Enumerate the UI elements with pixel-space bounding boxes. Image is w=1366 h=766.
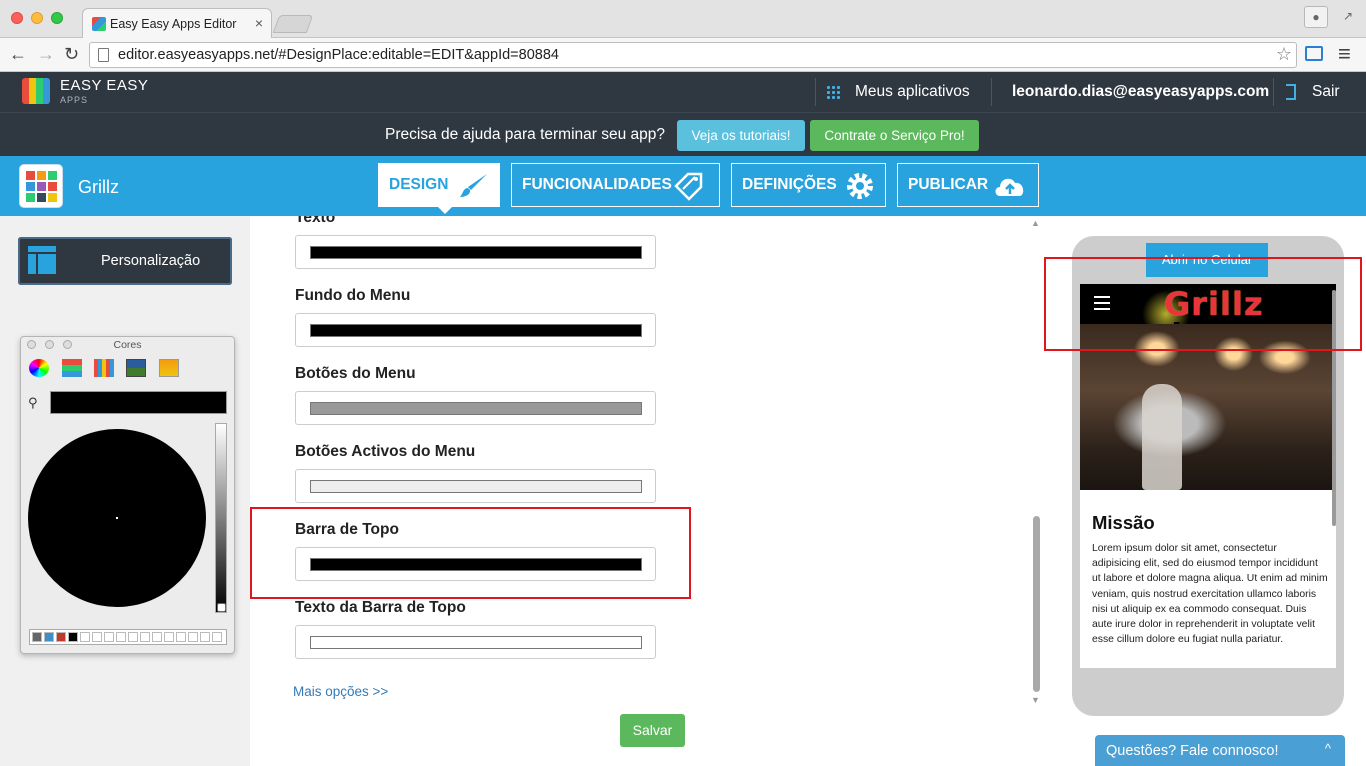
tags-icon — [674, 172, 703, 201]
mobile-section-heading: Missão — [1092, 512, 1155, 533]
minimize-window-button[interactable] — [31, 12, 43, 24]
saved-swatches[interactable] — [29, 629, 227, 645]
field-label-text: Texto — [295, 216, 336, 226]
layout-icon — [28, 246, 56, 274]
favicon-icon — [92, 17, 106, 31]
reload-icon[interactable]: ↻ — [64, 44, 79, 65]
menu-background-color-input[interactable] — [295, 313, 656, 347]
profile-icon[interactable]: ● — [1304, 6, 1328, 28]
tab-label: DESIGN — [389, 176, 449, 193]
app-name: Grillz — [78, 177, 119, 197]
scroll-up-arrow-icon[interactable]: ▲ — [1031, 218, 1040, 228]
new-tab-button[interactable] — [272, 15, 314, 33]
gear-icon — [847, 173, 873, 199]
logout-link[interactable]: Sair — [1312, 83, 1340, 101]
field-label-menu-background: Fundo do Menu — [295, 287, 411, 304]
chat-widget[interactable]: Questões? Fale connosco! ^ — [1095, 735, 1345, 766]
browser-tab-title: Easy Easy Apps Editor — [110, 17, 237, 31]
tab-settings[interactable]: DEFINIÇÕES — [731, 163, 886, 207]
close-window-button[interactable] — [11, 12, 23, 24]
text-color-input[interactable] — [295, 235, 656, 269]
color-preview-bar — [310, 480, 642, 493]
tab-label: PUBLICAR — [908, 176, 989, 193]
browser-tab-strip: Easy Easy Apps Editor × ● ↗ — [0, 0, 1366, 38]
current-color-swatch — [50, 391, 227, 414]
image-palette-tool-icon[interactable] — [126, 359, 146, 377]
color-preview-bar — [310, 324, 642, 337]
page-icon — [98, 48, 109, 62]
more-options-link[interactable]: Mais opções >> — [293, 684, 388, 699]
color-preview-bar — [310, 636, 642, 649]
browser-menu-icon[interactable]: ≡ — [1338, 41, 1351, 67]
magnifier-icon[interactable]: ⚲ — [28, 395, 38, 411]
color-preview-bar — [310, 246, 642, 259]
tab-close-icon[interactable]: × — [255, 15, 263, 31]
tab-design[interactable]: DESIGN — [378, 163, 500, 214]
chevron-up-icon[interactable]: ^ — [1325, 741, 1331, 756]
brightness-slider[interactable] — [215, 423, 227, 613]
tab-functionalities[interactable]: FUNCIONALIDADES — [511, 163, 720, 207]
highlight-mobile-top-bar — [1044, 257, 1362, 351]
color-picker-window: Cores ⚲ — [20, 336, 235, 654]
header-divider — [1273, 78, 1274, 106]
pro-service-button[interactable]: Contrate o Serviço Pro! — [810, 120, 979, 151]
app-icon — [20, 165, 62, 207]
browser-tab[interactable]: Easy Easy Apps Editor × — [82, 8, 272, 38]
design-form: Texto Fundo do Menu Botões do Menu Botõe… — [250, 216, 1040, 766]
logout-icon[interactable] — [1286, 84, 1296, 100]
easyeasy-logo-icon — [22, 78, 50, 104]
bookmark-star-icon[interactable]: ☆ — [1276, 44, 1292, 65]
top-bar-text-color-input[interactable] — [295, 625, 656, 659]
cast-icon[interactable] — [1305, 46, 1323, 61]
brightness-slider-knob[interactable] — [217, 603, 226, 612]
url-text: editor.easyeasyapps.net/#DesignPlace:edi… — [118, 47, 559, 63]
sliders-tool-icon[interactable] — [62, 359, 82, 377]
save-button[interactable]: Salvar — [620, 714, 685, 747]
cloud-upload-icon — [995, 178, 1024, 196]
scroll-down-arrow-icon[interactable]: ▼ — [1031, 695, 1040, 705]
help-bar: Precisa de ajuda para terminar seu app? … — [0, 112, 1366, 156]
tutorials-button[interactable]: Veja os tutoriais! — [677, 120, 805, 151]
sidebar: Personalização Cores ⚲ — [0, 216, 250, 766]
tab-publish[interactable]: PUBLICAR — [897, 163, 1039, 207]
color-wheel-tool-icon[interactable] — [29, 359, 49, 377]
active-menu-buttons-color-input[interactable] — [295, 469, 656, 503]
brush-icon — [460, 174, 487, 197]
my-apps-link[interactable]: Meus aplicativos — [855, 83, 970, 101]
personalization-label: Personalização — [101, 253, 201, 269]
color-picker-title: Cores — [113, 339, 142, 351]
zoom-window-button[interactable] — [51, 12, 63, 24]
color-wheel[interactable] — [28, 429, 206, 607]
header-divider — [991, 78, 992, 106]
help-text: Precisa de ajuda para terminar seu app? — [385, 126, 666, 143]
address-bar: ← → ↻ editor.easyeasyapps.net/#DesignPla… — [0, 38, 1366, 72]
editor-toolbar: Grillz DESIGN FUNCIONALIDADES DEFINIÇÕES… — [0, 156, 1366, 216]
header-divider — [815, 78, 816, 106]
user-email[interactable]: leonardo.dias@easyeasyapps.com — [1012, 83, 1269, 101]
personalization-button[interactable]: Personalização — [18, 237, 232, 285]
mobile-section-body: Lorem ipsum dolor sit amet, consectetur … — [1092, 543, 1328, 646]
apps-grid-icon — [826, 85, 840, 99]
field-label-top-bar-text: Texto da Barra de Topo — [295, 599, 466, 616]
highlight-top-bar-field — [250, 507, 691, 599]
color-preview-bar — [310, 402, 642, 415]
form-scrollbar-thumb[interactable] — [1033, 516, 1040, 692]
menu-buttons-color-input[interactable] — [295, 391, 656, 425]
app-header: EASY EASY APPS Meus aplicativos leonardo… — [0, 72, 1366, 112]
field-label-active-menu-buttons: Botões Activos do Menu — [295, 443, 476, 460]
logo-text: EASY EASY — [60, 77, 149, 94]
forward-icon[interactable]: → — [37, 44, 55, 65]
field-label-menu-buttons: Botões do Menu — [295, 365, 416, 382]
tab-label: FUNCIONALIDADES — [522, 176, 672, 193]
logo-subtext: APPS — [60, 95, 89, 105]
tab-label: DEFINIÇÕES — [742, 176, 837, 193]
fullscreen-icon[interactable]: ↗ — [1336, 6, 1360, 28]
palettes-tool-icon[interactable] — [94, 359, 114, 377]
crayons-tool-icon[interactable] — [159, 359, 179, 377]
chat-label: Questões? Fale connosco! — [1106, 743, 1279, 759]
back-icon[interactable]: ← — [9, 44, 27, 65]
url-field[interactable]: editor.easyeasyapps.net/#DesignPlace:edi… — [89, 42, 1297, 68]
